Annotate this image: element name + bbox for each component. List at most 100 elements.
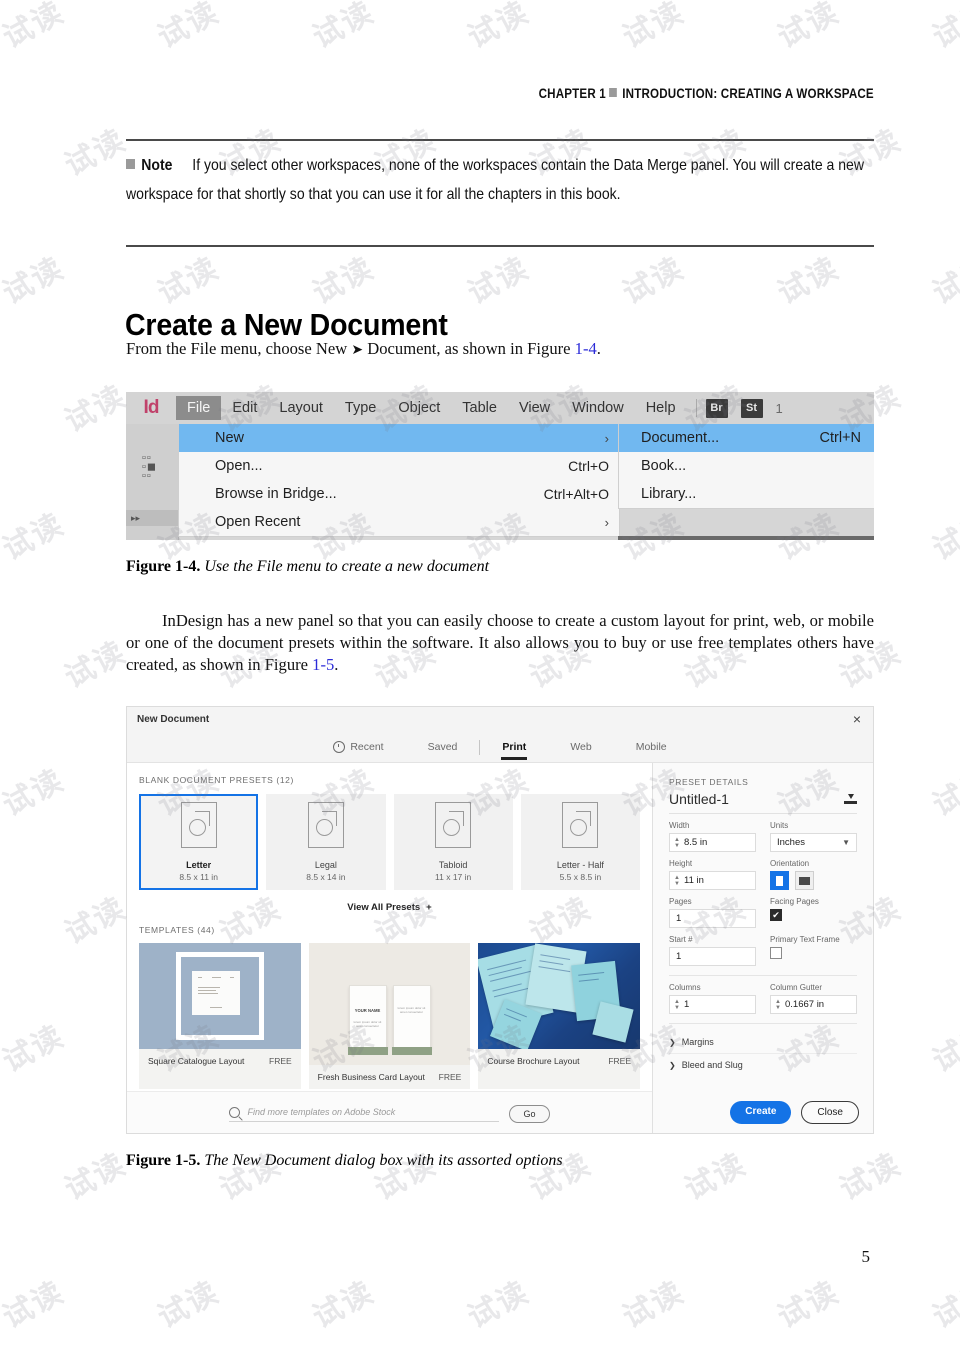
menu-object[interactable]: Object <box>387 396 451 420</box>
chevron-right-icon: ❯ <box>669 1061 676 1070</box>
search-icon <box>229 1106 241 1118</box>
tool-grid-icon[interactable]: ▫▫ ▫◼ ▫▫ <box>142 453 164 482</box>
portrait-icon <box>776 875 783 886</box>
facing-pages-checkbox[interactable]: ✔ <box>770 909 782 921</box>
fields-divider <box>669 975 857 976</box>
field-start-label: Start # <box>669 935 693 944</box>
watermark-text: 试读 <box>152 1274 226 1336</box>
figure-link-1-5[interactable]: 1-5 <box>312 655 334 674</box>
rail-expand-icon[interactable]: ▸▸ <box>126 510 178 526</box>
file-menu-item-browse-label: Browse in Bridge... <box>215 486 337 502</box>
field-gutter-input[interactable]: ▲ ▼ 0.1667 in <box>770 995 857 1014</box>
preset-card-tabloid[interactable]: Tabloid 11 x 17 in <box>393 794 513 890</box>
paragraph-intro-before: From the File menu, choose New <box>126 339 352 358</box>
page-number: 5 <box>861 1247 871 1266</box>
field-pages-value: 1 <box>676 913 682 924</box>
clock-icon <box>333 741 346 753</box>
figure-link-1-4[interactable]: 1-4 <box>575 339 597 358</box>
close-icon[interactable]: × <box>853 712 861 726</box>
note-block: Note If you select other workspaces, none… <box>126 152 878 209</box>
preset-card-letter-half[interactable]: Letter - Half 5.5 x 8.5 in <box>520 794 641 890</box>
card-base <box>347 1047 388 1055</box>
bridge-app-icon[interactable]: Br <box>705 398 728 418</box>
card-base-2 <box>391 1047 432 1055</box>
submenu-item-document-shortcut: Ctrl+N <box>819 430 862 446</box>
submenu-item-document[interactable]: Document... Ctrl+N <box>619 424 874 452</box>
indesign-logo-icon: Id <box>143 397 160 418</box>
tab-print[interactable]: Print <box>480 732 548 762</box>
field-height-label: Height <box>669 859 693 868</box>
template-card-fresh-business-card[interactable]: YOUR NAME lorem ipsum dolor sit amet con… <box>308 943 471 1089</box>
field-start-input[interactable]: 1 <box>669 947 756 966</box>
preset-card-legal[interactable]: Legal 8.5 x 14 in <box>266 794 386 890</box>
field-primary-text-frame: Primary Text Frame <box>770 935 857 966</box>
menu-type[interactable]: Type <box>334 396 387 420</box>
watermark-text: 试读 <box>927 1274 960 1336</box>
stepper-icon[interactable]: ▲ ▼ <box>771 999 785 1011</box>
template-card-course-brochure[interactable]: Course Brochure Layout FREE <box>478 943 641 1089</box>
watermark-text: 试读 <box>927 506 960 568</box>
template-price: FREE <box>269 1056 292 1066</box>
menu-layout[interactable]: Layout <box>268 396 334 420</box>
menu-view[interactable]: View <box>508 396 561 420</box>
field-units-select[interactable]: Inches ▼ <box>770 833 857 852</box>
template-thumbnail <box>139 943 301 1049</box>
orientation-landscape-button[interactable] <box>795 871 814 890</box>
orientation-portrait-button[interactable] <box>770 871 789 890</box>
view-all-presets-button[interactable]: View All Presets + <box>127 902 652 913</box>
blank-presets-heading: BLANK DOCUMENT PRESETS (12) <box>139 775 294 785</box>
document-icon <box>435 802 472 848</box>
field-width-label: Width <box>669 821 690 830</box>
file-menu-item-browse-in-bridge[interactable]: Browse in Bridge... Ctrl+Alt+O <box>179 480 619 508</box>
tab-mobile[interactable]: Mobile <box>614 732 689 762</box>
document-icon <box>180 802 217 848</box>
tab-mobile-label: Mobile <box>635 741 667 753</box>
field-width-input[interactable]: ▲ ▼ 8.5 in <box>669 833 756 852</box>
tab-recent[interactable]: Recent <box>311 732 405 762</box>
menu-window[interactable]: Window <box>561 396 635 420</box>
paragraph-indesign-panel-text: InDesign has a new panel so that you can… <box>126 611 874 674</box>
template-price: FREE <box>438 1072 462 1082</box>
search-input[interactable]: Find more templates on Adobe Stock <box>229 1106 500 1122</box>
menu-table[interactable]: Table <box>451 396 508 420</box>
file-menu-item-open-recent[interactable]: Open Recent › <box>179 508 619 536</box>
accordion-bleed-and-slug[interactable]: ❯ Bleed and Slug <box>669 1054 857 1076</box>
go-button[interactable]: Go <box>509 1105 550 1123</box>
indesign-canvas-bar <box>618 536 874 540</box>
stepper-icon[interactable]: ▲ ▼ <box>670 999 684 1011</box>
preset-fields-grid: Width ▲ ▼ 8.5 in Units Inches ▼ Height ▲… <box>669 821 857 966</box>
file-menu-item-open[interactable]: Open... Ctrl+O <box>179 452 619 480</box>
stepper-icon[interactable]: ▲ ▼ <box>670 875 684 887</box>
field-pages-label: Pages <box>669 897 692 906</box>
menu-help[interactable]: Help <box>635 396 687 420</box>
stepper-icon[interactable]: ▲ ▼ <box>670 837 684 849</box>
business-card-front: YOUR NAME lorem ipsum dolor sit amet con… <box>347 985 388 1055</box>
file-menu-item-new[interactable]: New › <box>179 424 619 452</box>
field-pages-input[interactable]: 1 <box>669 909 756 928</box>
menu-edit[interactable]: Edit <box>221 396 268 420</box>
create-button[interactable]: Create <box>730 1101 792 1124</box>
field-columns-label: Columns <box>669 983 701 992</box>
template-thumb-overlay <box>191 971 240 1015</box>
submenu-item-book[interactable]: Book... <box>619 452 874 480</box>
preset-card-letter[interactable]: Letter 8.5 x 11 in <box>139 794 259 890</box>
stock-app-icon[interactable]: St <box>740 398 763 418</box>
paragraph-indesign-panel-after: . <box>334 655 339 674</box>
field-columns-input[interactable]: ▲ ▼ 1 <box>669 995 756 1014</box>
preset-size: 8.5 x 11 in <box>179 872 218 882</box>
field-height-input[interactable]: ▲ ▼ 11 in <box>669 871 756 890</box>
close-button[interactable]: Close <box>801 1101 859 1124</box>
save-preset-icon[interactable] <box>844 794 857 804</box>
submenu-item-library[interactable]: Library... <box>619 480 874 508</box>
document-name-field[interactable]: Untitled-1 <box>669 791 857 814</box>
field-orientation: Orientation <box>770 859 857 890</box>
watermark-text: 试读 <box>307 0 381 56</box>
menu-file[interactable]: File <box>176 396 222 420</box>
tab-saved[interactable]: Saved <box>406 732 480 762</box>
accordion-margins[interactable]: ❯ Margins <box>669 1031 857 1054</box>
document-name-value: Untitled-1 <box>669 791 729 807</box>
file-menu-item-new-label: New <box>215 430 245 446</box>
tab-web[interactable]: Web <box>548 732 613 762</box>
primary-text-frame-checkbox[interactable] <box>770 947 782 959</box>
template-card-square-catalogue[interactable]: Square Catalogue Layout FREE <box>139 943 301 1089</box>
